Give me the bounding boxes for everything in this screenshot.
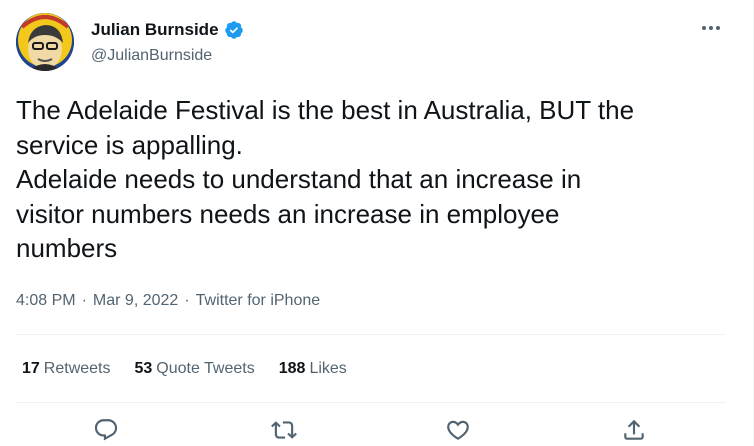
meta-separator: · <box>81 292 87 309</box>
likes-count: 188 <box>278 360 306 377</box>
author-header: Julian Burnside <box>91 20 244 40</box>
retweet-icon[interactable] <box>270 416 298 444</box>
tweet-metadata: 4:08 PM · Mar 9, 2022 · Twitter for iPhone <box>16 290 320 312</box>
quote-tweets-stat[interactable]: 53 Quote Tweets <box>135 358 255 380</box>
tweet-text-line: The Adelaide Festival is the best in Aus… <box>16 95 635 125</box>
like-icon[interactable] <box>444 416 472 444</box>
divider <box>16 334 726 335</box>
reply-icon[interactable] <box>92 416 120 444</box>
divider <box>16 402 726 403</box>
quote-tweets-count: 53 <box>134 360 153 377</box>
author-name[interactable]: Julian Burnside <box>91 20 219 40</box>
retweets-stat[interactable]: 17 Retweets <box>22 358 111 380</box>
avatar-portrait-icon <box>16 13 74 71</box>
likes-stat[interactable]: 188 Likes <box>279 358 347 380</box>
quote-tweets-label: Quote Tweets <box>156 360 255 377</box>
engagement-stats: 17 Retweets 53 Quote Tweets 188 Likes <box>22 358 347 380</box>
tweet-time[interactable]: 4:08 PM <box>16 292 76 309</box>
tweet-text-line: Adelaide needs to understand that an inc… <box>16 164 582 194</box>
more-options-icon[interactable] <box>698 18 724 38</box>
share-icon[interactable] <box>620 416 648 444</box>
author-handle[interactable]: @JulianBurnside <box>91 46 212 66</box>
tweet-source[interactable]: Twitter for iPhone <box>196 292 321 309</box>
tweet-card: Julian Burnside @JulianBurnside The Adel… <box>0 0 754 446</box>
tweet-text-line: numbers <box>16 233 118 263</box>
likes-label: Likes <box>309 360 347 377</box>
meta-separator: · <box>184 292 190 309</box>
tweet-text: The Adelaide Festival is the best in Aus… <box>16 93 726 266</box>
tweet-text-line: visitor numbers needs an increase in emp… <box>16 198 560 229</box>
tweet-date[interactable]: Mar 9, 2022 <box>93 292 178 309</box>
retweets-label: Retweets <box>43 360 111 377</box>
retweets-count: 17 <box>22 360 40 377</box>
tweet-text-line: service is appalling. <box>16 129 243 160</box>
avatar[interactable] <box>16 13 74 71</box>
verified-badge-icon <box>224 20 244 40</box>
